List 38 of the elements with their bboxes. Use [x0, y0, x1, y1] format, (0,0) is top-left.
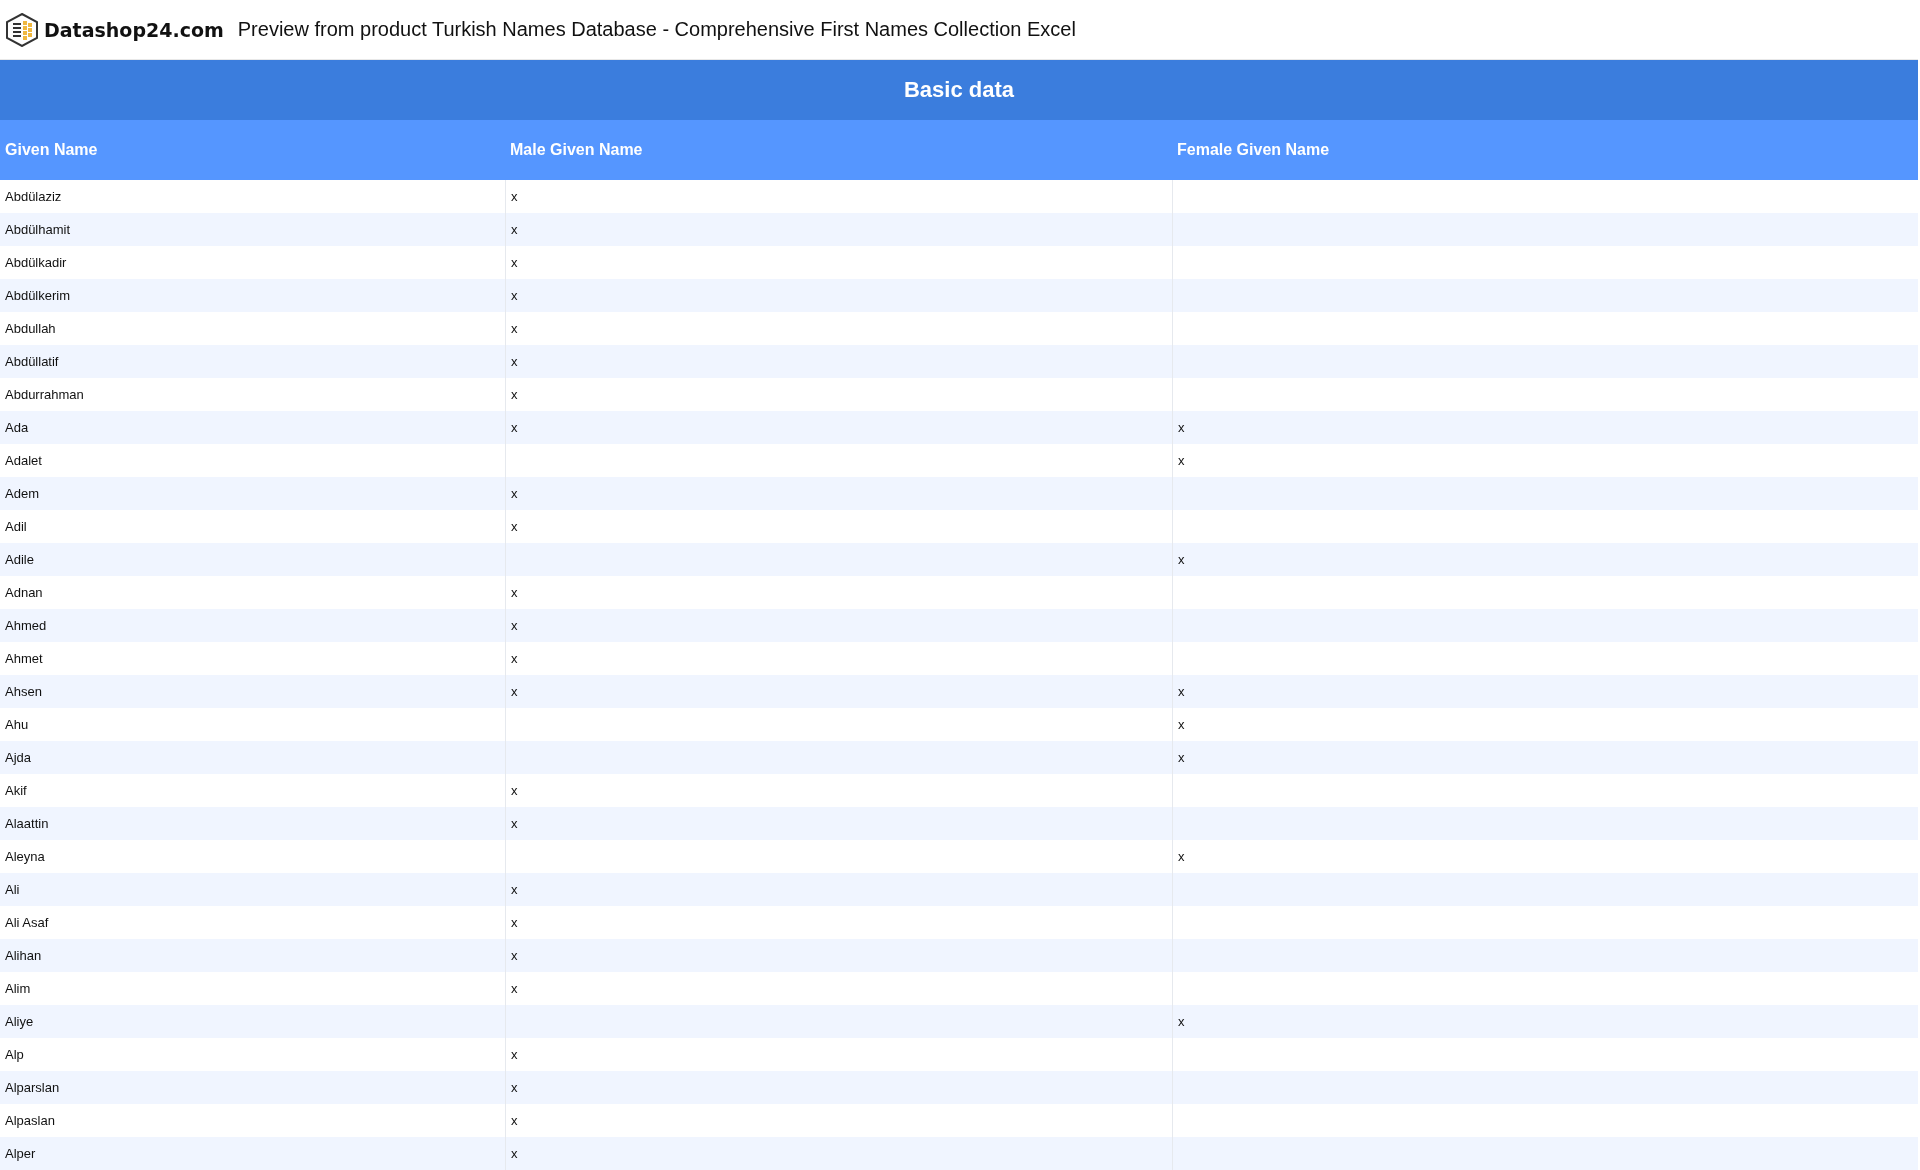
- table-cell-text: Alim: [4, 980, 32, 998]
- table-cell-text: Akif: [4, 782, 28, 800]
- table-cell-text: Abdülkadir: [4, 254, 68, 272]
- table-cell-text: Abdülaziz: [4, 188, 63, 206]
- table-cell-text: Alpaslan: [4, 1112, 56, 1130]
- table-cell-text: Aliye: [4, 1013, 35, 1031]
- column-header: Male Given Name: [509, 140, 644, 160]
- logo-icon: [6, 12, 38, 47]
- column-header: Given Name: [4, 140, 99, 160]
- table-cell-text: Ajda: [4, 749, 33, 767]
- table-cell-text: Adile: [4, 551, 35, 569]
- table-cell-text: Abdurrahman: [4, 386, 85, 404]
- table-cell-text: Alaattin: [4, 815, 50, 833]
- table-cell-text: Adnan: [4, 584, 44, 602]
- page-title: Preview from product Turkish Names Database - Comprehensive First Names Collection Excel: [237, 18, 1076, 41]
- table-cell-text: Abdülhamit: [4, 221, 72, 239]
- logo-text[interactable]: Datashop24.com: [44, 18, 224, 41]
- table-cell-text: Adalet: [4, 452, 43, 470]
- table-cell-text: Abdüllatif: [4, 353, 60, 371]
- table-cell-text: Abdullah: [4, 320, 57, 338]
- table-cell-text: Ahmet: [4, 650, 44, 668]
- table-cell-text: Ahmed: [4, 617, 48, 635]
- table-cell-text: Aleyna: [4, 848, 46, 866]
- table-cell-text: Ahsen: [4, 683, 43, 701]
- table-cell: x: [505, 1137, 1172, 1170]
- table-cell-text: Alparslan: [4, 1079, 61, 1097]
- column-header: Female Given Name: [1176, 140, 1331, 160]
- table-cell-text: Abdülkerim: [4, 287, 72, 305]
- table-cell-text: Ali: [4, 881, 21, 899]
- table-cell-text: Adil: [4, 518, 28, 536]
- table-cell-text: Ali Asaf: [4, 914, 50, 932]
- table-cell-text: Alper: [4, 1145, 37, 1163]
- table-caption: Basic data: [0, 60, 1918, 120]
- table-cell-text: Alp: [4, 1046, 25, 1064]
- table-cell-text: Ada: [4, 419, 30, 437]
- table-cell-text: Adem: [4, 485, 40, 503]
- table-cell-text: Alihan: [4, 947, 43, 965]
- table-cell-text: Ahu: [4, 716, 30, 734]
